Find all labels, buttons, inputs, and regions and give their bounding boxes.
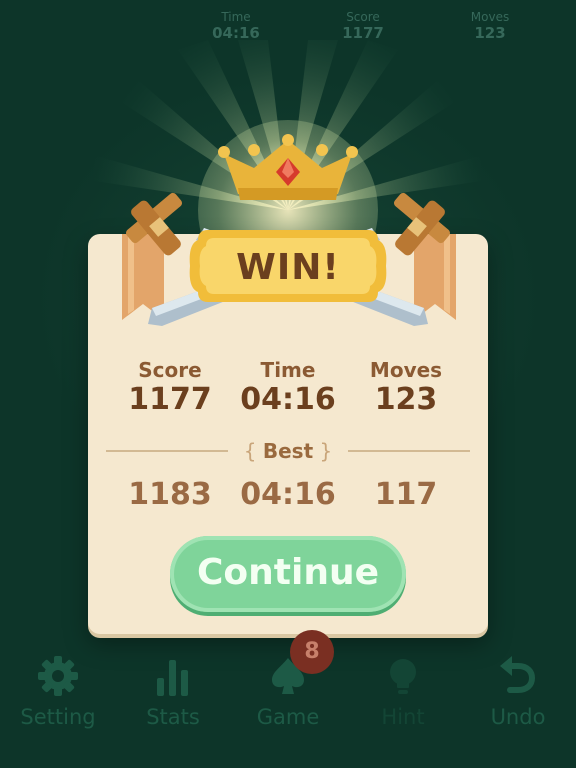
game-count-badge: 8: [290, 630, 334, 674]
toolbar-game-label: Game: [256, 705, 320, 729]
top-time-stat: Time 04:16: [186, 10, 286, 42]
top-status-bar: Time 04:16 Score 1177 Moves 123: [0, 10, 576, 44]
top-score-stat: Score 1177: [313, 10, 413, 42]
toolbar-undo-label: Undo: [490, 705, 546, 729]
moves-value: 123: [374, 382, 438, 417]
top-moves-stat: Moves 123: [440, 10, 540, 42]
top-moves-label: Moves: [470, 10, 510, 24]
divider-right: [348, 450, 470, 452]
toolbar-setting-label: Setting: [20, 705, 96, 729]
toolbar-stats[interactable]: Stats: [118, 648, 228, 738]
divider-left: [106, 450, 228, 452]
best-label: Best: [262, 439, 314, 463]
toolbar-setting[interactable]: Setting: [3, 648, 113, 738]
toolbar-hint[interactable]: Hint: [348, 648, 458, 738]
undo-arrow-icon: [500, 656, 536, 693]
lightbulb-icon: [390, 659, 416, 694]
left-brace-icon: {: [243, 439, 263, 463]
top-time-label: Time: [221, 10, 251, 24]
right-brace-icon: }: [313, 439, 333, 463]
best-heading: { Best }: [228, 438, 348, 464]
toolbar-undo[interactable]: Undo: [463, 648, 573, 738]
top-score-label: Score: [346, 10, 380, 24]
bottom-toolbar: Setting Stats Game Hint Undo: [0, 648, 576, 738]
win-title: WIN!: [236, 247, 340, 288]
bar-chart-icon: [157, 660, 188, 696]
continue-button[interactable]: Continue: [170, 536, 406, 612]
moves-label: Moves: [369, 358, 443, 382]
toolbar-hint-label: Hint: [381, 705, 425, 729]
toolbar-stats-label: Stats: [146, 705, 200, 729]
crown-icon: [218, 134, 358, 200]
gear-icon: [38, 656, 78, 696]
best-moves-value: 117: [374, 477, 438, 512]
current-moves: Moves 123: [336, 358, 476, 418]
